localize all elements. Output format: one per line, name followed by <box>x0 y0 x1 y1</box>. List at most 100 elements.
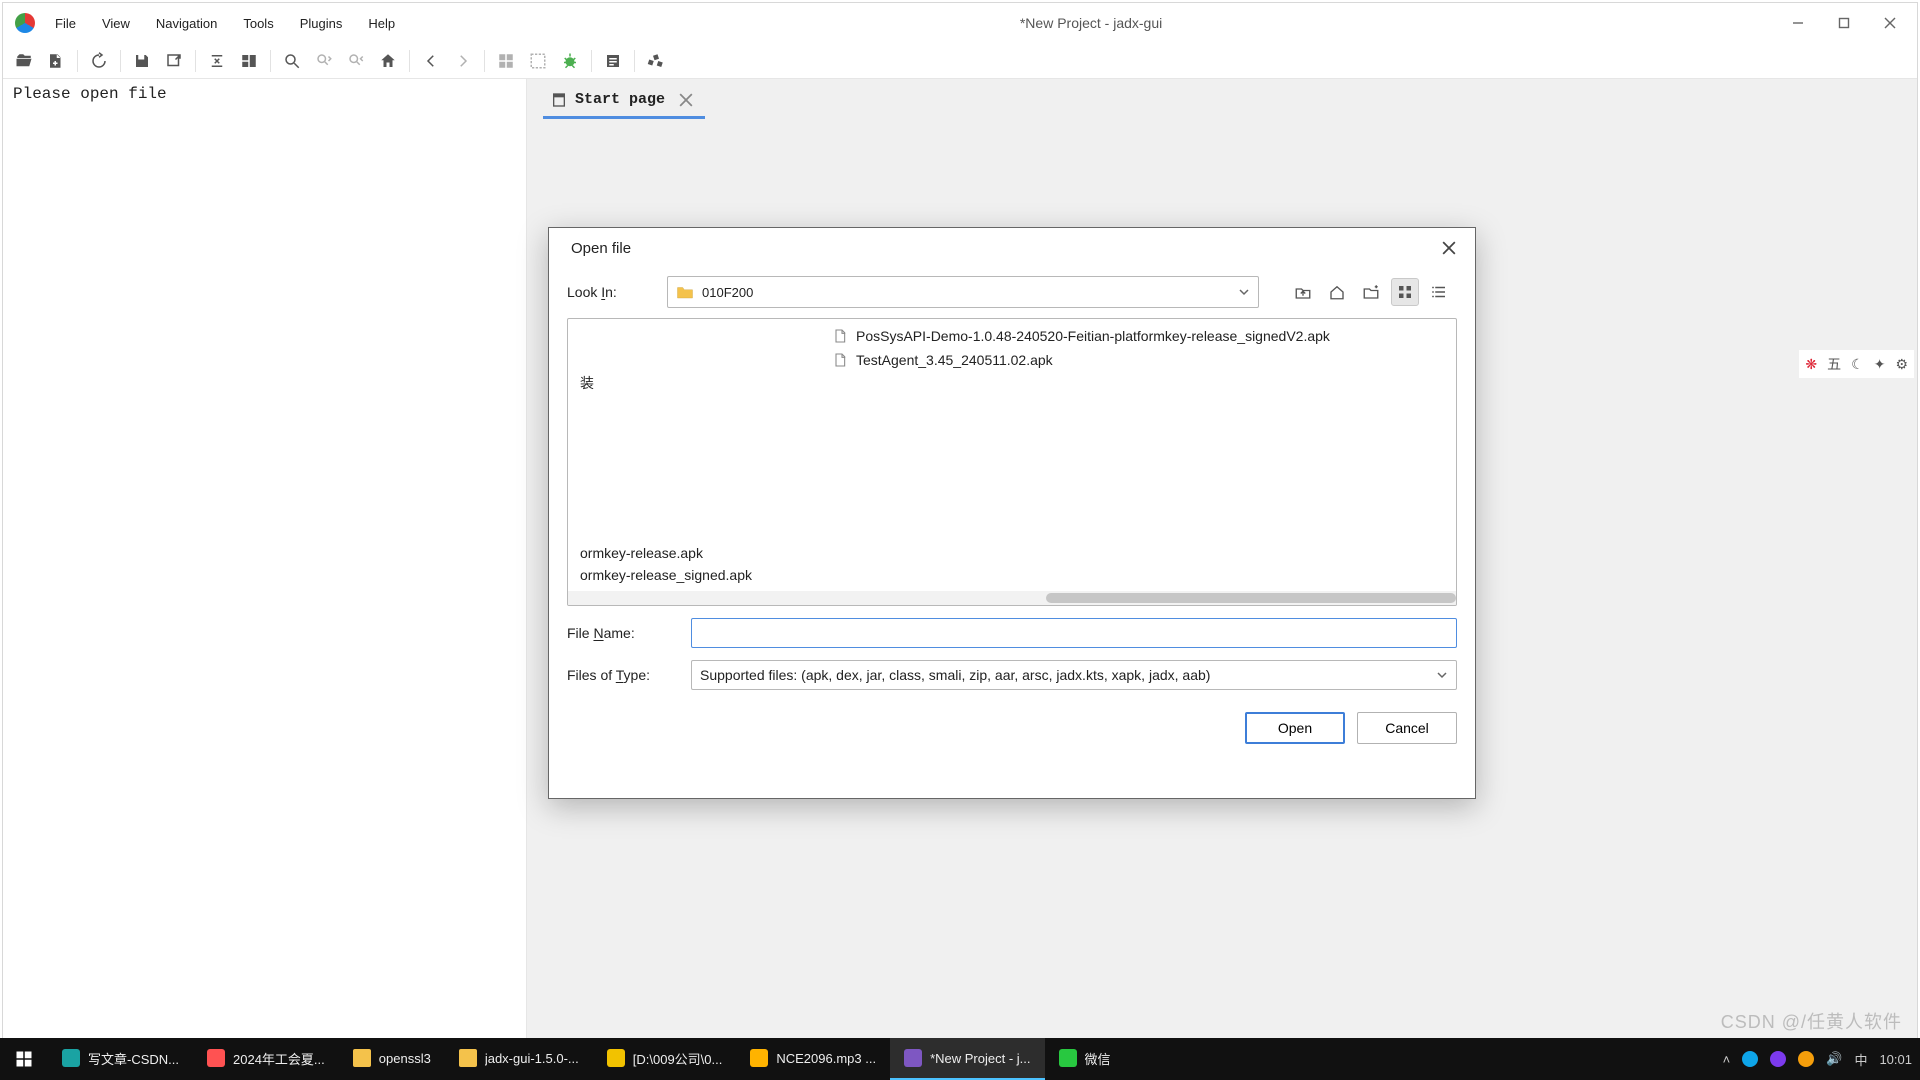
menu-plugins[interactable]: Plugins <box>288 10 355 37</box>
taskbar-item[interactable]: openssl3 <box>339 1038 445 1080</box>
horizontal-scrollbar[interactable] <box>568 591 1456 605</box>
open-button[interactable]: Open <box>1245 712 1345 744</box>
window-title: *New Project - jadx-gui <box>407 15 1775 31</box>
file-name: TestAgent_3.45_240511.02.apk <box>856 352 1053 368</box>
file-icon <box>832 327 848 345</box>
titlebar: File View Navigation Tools Plugins Help … <box>3 3 1917 43</box>
dialog-close-button[interactable] <box>1433 232 1465 264</box>
spark-icon: ✦ <box>1874 356 1886 373</box>
tray-volume-icon[interactable]: 🔊 <box>1826 1051 1842 1067</box>
paw-icon: ❋ <box>1805 356 1817 373</box>
back-icon[interactable] <box>416 46 446 76</box>
refresh-icon[interactable] <box>84 46 114 76</box>
taskbar-item[interactable]: [D:\009公司\0... <box>593 1038 737 1080</box>
filetype-value: Supported files: (apk, dex, jar, class, … <box>700 667 1210 683</box>
close-icon[interactable] <box>679 93 693 107</box>
folder-icon <box>676 284 694 300</box>
file-item[interactable]: ormkey-release_signed.apk <box>580 567 808 583</box>
home-icon[interactable] <box>373 46 403 76</box>
search-prev-icon[interactable] <box>341 46 371 76</box>
filename-input[interactable] <box>691 618 1457 648</box>
search-next-icon[interactable] <box>309 46 339 76</box>
file-name-partial: ormkey-release.apk <box>580 545 703 561</box>
tray-clock[interactable]: 10:01 <box>1879 1052 1912 1067</box>
toolbar <box>3 43 1917 79</box>
menu-view[interactable]: View <box>90 10 142 37</box>
open-file-dialog: Open file Look In: 010F200 <box>548 227 1476 799</box>
icons-view-icon[interactable] <box>1391 278 1419 306</box>
select-icon[interactable] <box>523 46 553 76</box>
file-icon <box>832 351 848 369</box>
taskbar-item[interactable]: *New Project - j... <box>890 1038 1044 1080</box>
save-icon[interactable] <box>127 46 157 76</box>
tray-ime-icon[interactable]: 中 <box>1854 1050 1867 1069</box>
folder-icon <box>353 1049 371 1067</box>
log-icon[interactable] <box>598 46 628 76</box>
layout-icon[interactable] <box>234 46 264 76</box>
collapse-icon[interactable] <box>202 46 232 76</box>
menubar: File View Navigation Tools Plugins Help <box>43 10 407 37</box>
taskbar-item[interactable]: jadx-gui-1.5.0-... <box>445 1038 593 1080</box>
open-file-icon[interactable] <box>9 46 39 76</box>
gear-icon: ⚙ <box>1895 356 1908 373</box>
file-item[interactable]: PosSysAPI-Demo-1.0.48-240520-Feitian-pla… <box>832 327 1444 345</box>
taskbar-item[interactable]: 写文章-CSDN... <box>48 1038 193 1080</box>
filetype-label: Files of Type: <box>567 667 677 683</box>
tray-chevron-up-icon[interactable]: ˄ <box>1723 1052 1731 1067</box>
system-tray[interactable]: ˄ 🔊 中 10:01 <box>1723 1050 1920 1069</box>
tray-app-icon[interactable] <box>1742 1051 1758 1067</box>
tab-start-page[interactable]: Start page <box>543 83 705 119</box>
folder-name-partial: 装 <box>580 373 594 393</box>
menu-help[interactable]: Help <box>356 10 407 37</box>
taskbar-item[interactable]: NCE2096.mp3 ... <box>736 1038 890 1080</box>
lookin-value: 010F200 <box>702 285 753 300</box>
dialog-title: Open file <box>571 240 1433 257</box>
taskbar-item-label: 2024年工会夏... <box>233 1049 325 1068</box>
maximize-button[interactable] <box>1821 3 1867 43</box>
bug-icon[interactable] <box>555 46 585 76</box>
dialog-nav-icons <box>1289 278 1453 306</box>
dialog-titlebar: Open file <box>549 228 1475 268</box>
lookin-label: Look In: <box>567 284 657 300</box>
lookin-combo[interactable]: 010F200 <box>667 276 1259 308</box>
start-button[interactable] <box>0 1038 48 1080</box>
close-button[interactable] <box>1867 3 1913 43</box>
taskbar-item-label: *New Project - j... <box>930 1051 1030 1066</box>
folder-item[interactable]: 装 <box>580 327 808 393</box>
filetype-combo[interactable]: Supported files: (apk, dex, jar, class, … <box>691 660 1457 690</box>
new-folder-icon[interactable] <box>1357 278 1385 306</box>
watermark: CSDN @/任黄人软件 <box>1721 1008 1902 1034</box>
file-list[interactable]: 装 ormkey-release.apk ormkey-release_sign… <box>567 318 1457 606</box>
app-icon <box>607 1049 625 1067</box>
file-item[interactable]: TestAgent_3.45_240511.02.apk <box>832 351 1444 369</box>
taskbar-item[interactable]: 微信 <box>1045 1038 1125 1080</box>
app-icon <box>1059 1049 1077 1067</box>
taskbar-item[interactable]: 2024年工会夏... <box>193 1038 339 1080</box>
menu-file[interactable]: File <box>43 10 88 37</box>
settings-icon[interactable] <box>641 46 671 76</box>
forward-icon[interactable] <box>448 46 478 76</box>
minimize-button[interactable] <box>1775 3 1821 43</box>
list-view-icon[interactable] <box>1425 278 1453 306</box>
menu-navigation[interactable]: Navigation <box>144 10 229 37</box>
add-file-icon[interactable] <box>41 46 71 76</box>
cancel-button[interactable]: Cancel <box>1357 712 1457 744</box>
up-folder-icon[interactable] <box>1289 278 1317 306</box>
grid-icon[interactable] <box>491 46 521 76</box>
file-name-partial: ormkey-release_signed.apk <box>580 567 752 583</box>
file-item[interactable]: ormkey-release.apk <box>580 545 808 561</box>
folder-icon <box>459 1049 477 1067</box>
tray-app-icon[interactable] <box>1798 1051 1814 1067</box>
side-hint: Please open file <box>13 85 167 103</box>
window-buttons <box>1775 3 1913 43</box>
app-icon <box>15 13 35 33</box>
taskbar: 写文章-CSDN... 2024年工会夏... openssl3jadx-gui-1… <box>0 1038 1920 1080</box>
export-icon[interactable] <box>159 46 189 76</box>
search-icon[interactable] <box>277 46 307 76</box>
home-folder-icon[interactable] <box>1323 278 1351 306</box>
app-icon <box>750 1049 768 1067</box>
ime-tray-strip[interactable]: ❋ 五 ☾ ✦ ⚙ <box>1799 350 1914 378</box>
page-icon <box>551 92 567 108</box>
menu-tools[interactable]: Tools <box>231 10 285 37</box>
tray-app-icon[interactable] <box>1770 1051 1786 1067</box>
